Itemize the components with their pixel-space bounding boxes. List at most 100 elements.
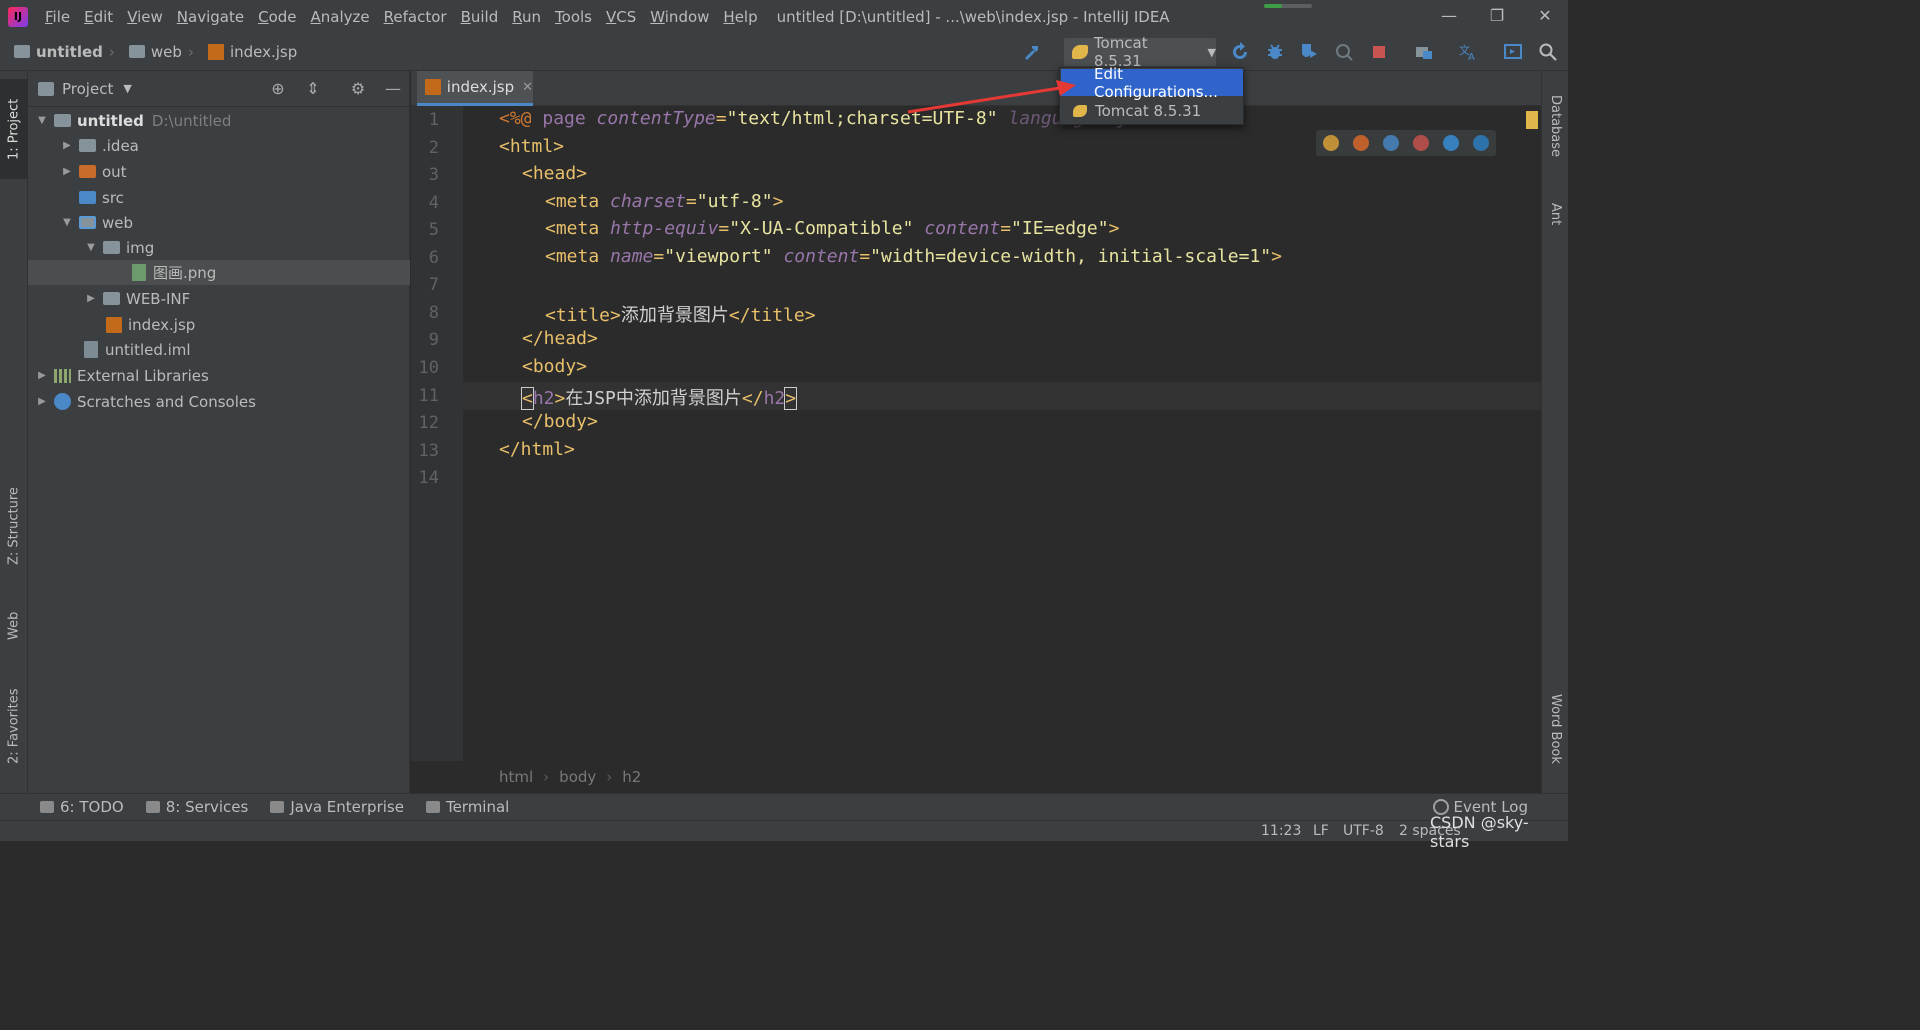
code-line-10: <body> <box>522 356 588 377</box>
menu-analyze[interactable]: Analyze <box>304 8 377 26</box>
opera-icon[interactable] <box>1413 135 1429 151</box>
crumb-index-jsp[interactable]: index.jsp <box>207 43 297 61</box>
menu-navigate[interactable]: Navigate <box>170 8 251 26</box>
stop-icon[interactable] <box>1369 42 1389 62</box>
search-icon[interactable] <box>1538 42 1558 62</box>
crumb-untitled[interactable]: untitled › <box>14 43 115 61</box>
tool-tab-structure[interactable]: Z: Structure <box>0 471 28 581</box>
breadcrumb-body[interactable]: body <box>559 768 596 786</box>
menu-run[interactable]: Run <box>505 8 548 26</box>
code-token: = <box>685 191 697 212</box>
tree-item-img[interactable]: ▼ img <box>28 235 410 260</box>
tree-item-path: D:\untitled <box>151 111 232 130</box>
tool-tab-web[interactable]: Web <box>0 591 28 661</box>
tool-tab-ant[interactable]: Ant <box>1542 189 1569 239</box>
run-with-coverage-icon[interactable] <box>1299 42 1319 62</box>
project-view-selector[interactable]: Project <box>62 80 113 98</box>
tree-item-untitled[interactable]: ▼ untitled D:\untitled <box>28 108 410 133</box>
tree-item-scratches[interactable]: ▶ Scratches and Consoles <box>28 389 410 414</box>
tool-tab-word-book[interactable]: Word Book <box>1542 679 1569 779</box>
menu-code[interactable]: Code <box>251 8 303 26</box>
code-token: = <box>718 218 730 239</box>
tool-tab-favorites[interactable]: 2: Favorites <box>0 671 28 781</box>
tree-item-web-inf[interactable]: ▶ WEB-INF <box>28 286 410 311</box>
tree-item-label: .idea <box>102 136 139 155</box>
code-token: <meta <box>545 246 611 267</box>
minimize-button[interactable]: — <box>1426 0 1472 30</box>
translate-icon[interactable]: 文A <box>1458 42 1478 62</box>
menu-file[interactable]: File <box>38 8 77 26</box>
code-token: "X-UA-Compatible" <box>729 218 914 239</box>
menu-view[interactable]: View <box>120 8 170 26</box>
menu-edit[interactable]: Edit <box>77 8 120 26</box>
tree-item-index-jsp[interactable]: index.jsp <box>28 312 410 337</box>
file-encoding[interactable]: UTF-8 <box>1343 823 1384 839</box>
tree-item-untitled-iml[interactable]: untitled.iml <box>28 337 410 362</box>
tree-item-label: External Libraries <box>77 366 209 385</box>
rerun-icon[interactable] <box>1230 42 1250 62</box>
menu-refactor[interactable]: Refactor <box>377 8 454 26</box>
chevron-right-icon[interactable]: ▶ <box>36 370 48 381</box>
edge-icon[interactable] <box>1473 135 1489 151</box>
title-bar: IJ File Edit View Navigate Code Analyze … <box>0 0 1568 33</box>
safari-icon[interactable] <box>1383 135 1399 151</box>
chevron-down-icon[interactable]: ▼ <box>85 242 97 253</box>
code-token: contentType <box>596 108 716 129</box>
restore-button[interactable]: ❐ <box>1474 0 1520 30</box>
tool-tab-database[interactable]: Database <box>1542 81 1569 171</box>
debug-icon[interactable] <box>1265 42 1285 62</box>
excluded-folder-icon <box>79 165 96 178</box>
gear-icon[interactable]: ⚙ <box>348 79 368 99</box>
tree-item-image-png[interactable]: 图画.png <box>28 260 410 285</box>
background-progress-bar[interactable] <box>1264 4 1312 8</box>
hide-panel-icon[interactable]: — <box>383 79 403 99</box>
menu-tools[interactable]: Tools <box>548 8 599 26</box>
tree-item-external-libraries[interactable]: ▶ External Libraries <box>28 363 410 388</box>
close-tab-icon[interactable]: ✕ <box>522 80 533 95</box>
tool-todo[interactable]: 6: TODO <box>40 798 124 816</box>
firefox-icon[interactable] <box>1353 135 1369 151</box>
chevron-right-icon[interactable]: ▶ <box>36 396 48 407</box>
tool-services[interactable]: 8: Services <box>145 798 249 816</box>
tool-label: 8: Services <box>165 798 249 816</box>
build-hammer-icon[interactable] <box>1022 42 1042 62</box>
tree-item-label: untitled <box>77 111 144 130</box>
close-button[interactable]: ✕ <box>1522 0 1568 30</box>
jsp-file-icon <box>207 43 224 60</box>
tree-item-src[interactable]: src <box>28 185 410 210</box>
chrome-icon[interactable] <box>1323 135 1339 151</box>
menu-vcs[interactable]: VCS <box>599 8 643 26</box>
project-structure-icon[interactable] <box>1414 42 1434 62</box>
menu-help[interactable]: Help <box>716 8 764 26</box>
crumb-web[interactable]: web › <box>128 43 194 61</box>
chevron-down-icon[interactable]: ▼ <box>123 82 131 95</box>
locate-file-icon[interactable]: ⊕ <box>268 79 288 99</box>
ie-icon[interactable] <box>1443 135 1459 151</box>
chevron-right-icon[interactable]: ▶ <box>85 293 97 304</box>
tree-item-web[interactable]: ▼ web <box>28 210 410 235</box>
breadcrumb-html[interactable]: html <box>499 768 533 786</box>
jsp-file-icon <box>106 316 122 333</box>
inspection-warning-icon[interactable] <box>1526 111 1538 129</box>
tool-terminal[interactable]: Terminal <box>425 798 509 816</box>
tomcat-icon <box>1072 45 1088 59</box>
tool-java-enterprise[interactable]: Java Enterprise <box>270 798 404 816</box>
breadcrumb-h2[interactable]: h2 <box>622 768 641 786</box>
run-configuration-dropdown[interactable]: Tomcat 8.5.31 ▼ <box>1064 34 1216 70</box>
tree-item-out[interactable]: ▶ out <box>28 159 410 184</box>
collapse-all-icon[interactable]: ⇕ <box>303 79 323 99</box>
profiler-icon[interactable] <box>1334 42 1354 62</box>
menu-window[interactable]: Window <box>643 8 716 26</box>
java-enterprise-icon <box>270 801 285 813</box>
tree-item-idea[interactable]: ▶ .idea <box>28 133 410 158</box>
menu-build[interactable]: Build <box>454 8 506 26</box>
tool-tab-project[interactable]: 1: Project <box>0 79 28 179</box>
caret-position[interactable]: 11:23 <box>1261 823 1301 839</box>
chevron-down-icon[interactable]: ▼ <box>36 115 48 126</box>
chevron-right-icon[interactable]: ▶ <box>61 140 73 151</box>
presentation-mode-icon[interactable] <box>1503 42 1523 62</box>
chevron-down-icon[interactable]: ▼ <box>61 217 73 228</box>
line-separator[interactable]: LF <box>1313 823 1329 839</box>
chevron-right-icon[interactable]: ▶ <box>61 166 73 177</box>
tab-index-jsp[interactable]: index.jsp ✕ <box>417 71 533 106</box>
